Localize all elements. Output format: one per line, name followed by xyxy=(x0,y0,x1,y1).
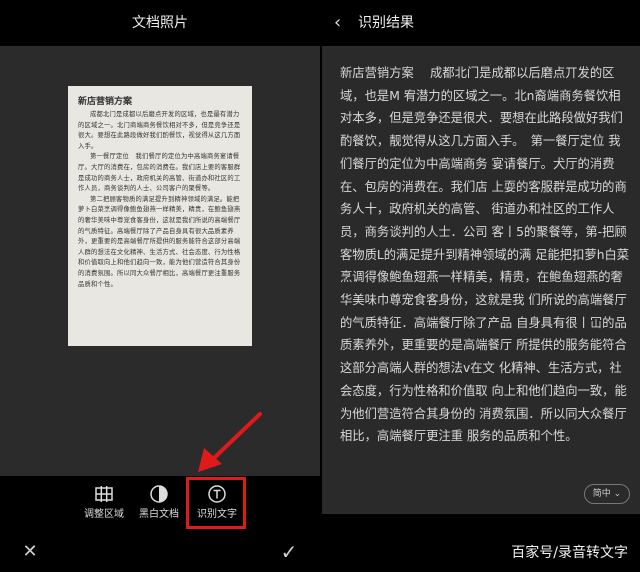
result-title: 识别结果 xyxy=(358,15,414,31)
document-paragraph: 成都北门是成都以后磨点开发的区域，也是最有潜力的区域之一。北门商端商务餐饮相对不… xyxy=(78,111,241,150)
language-select-button[interactable]: 简中 ⌄ xyxy=(584,484,630,504)
document-photo: 新店营销方案 成都北门是成都以后磨点开发的区域，也是最有潜力的区域之一。北门商端… xyxy=(68,86,252,346)
watermark-text: 百家号/录音转文字 xyxy=(511,545,628,561)
page-title: 文档照片 xyxy=(132,15,188,31)
bottom-action-bar: ✕ ✓ xyxy=(0,532,320,572)
annotation-arrow-icon xyxy=(198,412,262,472)
document-paragraph: 第一餐厅定位 我们餐厅的定位为中高端商务宴请餐厅。大厅的消费在，包房的消费在。我… xyxy=(78,153,241,193)
edit-toolbar: 调整区域 黑白文档 识别文字 xyxy=(0,476,320,532)
back-chevron-icon[interactable]: ‹ xyxy=(334,12,352,34)
result-header: ‹ 识别结果 xyxy=(322,0,640,46)
recognized-text[interactable]: 新店营销方案 成都北门是成都以后磨点丌发的区域，也是M 宥潜力的区域之一。北n裔… xyxy=(340,62,630,448)
crop-grid-icon xyxy=(95,486,113,502)
document-paragraph: 第二把顾客物质的满足提升到精神领域的满足。能把萝卜白菜烹调得像鲍鱼翅燕一样精美，… xyxy=(78,195,241,288)
highlight-box xyxy=(186,477,246,529)
document-title: 新店营销方案 xyxy=(78,97,133,107)
check-icon[interactable]: ✓ xyxy=(276,540,302,564)
contrast-icon xyxy=(150,485,168,503)
close-icon[interactable]: ✕ xyxy=(18,540,42,564)
document-photo-panel: 文档照片 新店营销方案 成都北门是成都以后磨点开发的区域，也是最有潜力的区域之一… xyxy=(0,0,320,572)
recognition-result-panel: ‹ 识别结果 新店营销方案 成都北门是成都以后磨点丌发的区域，也是M 宥潜力的区… xyxy=(322,0,640,572)
result-footer: 百家号/录音转文字 xyxy=(322,514,640,572)
